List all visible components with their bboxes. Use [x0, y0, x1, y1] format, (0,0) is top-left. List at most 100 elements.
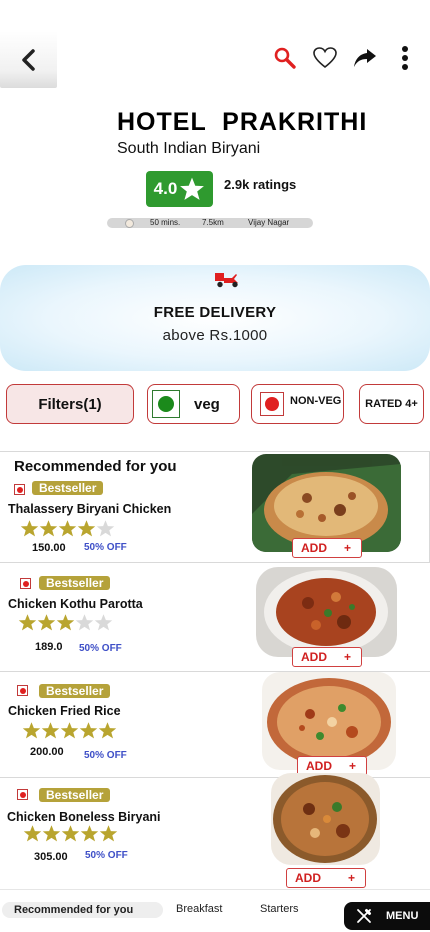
search-button[interactable]	[272, 44, 298, 72]
item-price: 189.0	[35, 641, 63, 653]
add-to-cart-button[interactable]: ADD +	[292, 647, 362, 667]
delivery-time: 50 mins.	[150, 218, 181, 227]
restaurant-cuisine: South Indian Biryani	[117, 140, 261, 157]
location: Vijay Nagar	[248, 218, 290, 227]
header-actions	[272, 44, 418, 72]
free-delivery-banner: FREE DELIVERY above Rs.1000	[0, 265, 430, 371]
add-to-cart-button[interactable]: ADD +	[292, 538, 362, 558]
star-filled-icon	[22, 722, 41, 739]
menu-button[interactable]: MENU	[344, 902, 430, 930]
menu-label: MENU	[386, 910, 419, 922]
star-filled-icon	[41, 722, 60, 739]
star-filled-icon	[39, 520, 58, 537]
veg-filter-chip[interactable]: veg	[147, 384, 240, 424]
item-name: Thalassery Biryani Chicken	[8, 502, 172, 516]
filters-button[interactable]: Filters(1)	[6, 384, 134, 424]
star-filled-icon	[80, 825, 99, 842]
tab-recommended[interactable]: Recommended for you	[2, 902, 164, 918]
star-filled-icon	[20, 520, 39, 537]
share-icon	[354, 49, 376, 67]
star-filled-icon	[42, 825, 61, 842]
item-price: 200.00	[30, 746, 64, 758]
nonveg-icon	[17, 789, 28, 800]
heart-icon	[313, 47, 337, 69]
bestseller-badge: Bestseller	[39, 788, 111, 802]
rating-stars	[22, 721, 117, 740]
nonveg-icon	[260, 392, 284, 416]
add-label: ADD	[295, 871, 321, 885]
star-empty-icon	[94, 614, 113, 631]
item-photo[interactable]	[256, 567, 397, 657]
star-filled-icon	[23, 825, 42, 842]
star-filled-icon	[98, 722, 117, 739]
star-filled-icon	[60, 722, 79, 739]
star-filled-icon	[56, 614, 75, 631]
star-filled-icon	[61, 825, 80, 842]
item-photo[interactable]	[271, 773, 380, 865]
plus-icon: +	[347, 871, 355, 885]
section-title: Recommended for you	[14, 458, 177, 475]
discount-label: 50% OFF	[84, 750, 127, 761]
back-button[interactable]	[0, 31, 57, 88]
fork-knife-icon	[357, 909, 371, 923]
restaurant-name: HOTEL PRAKRITHI	[117, 108, 368, 136]
plus-icon: +	[348, 759, 356, 773]
item-name: Chicken Boneless Biryani	[7, 810, 161, 824]
star-filled-icon	[99, 825, 118, 842]
distance: 7.5km	[202, 218, 224, 227]
item-name: Chicken Kothu Parotta	[8, 597, 143, 611]
divider	[0, 451, 430, 452]
info-strip: 50 mins. 7.5km Vijay Nagar	[107, 218, 313, 228]
bottom-category-bar: Recommended for you Breakfast Starters M…	[0, 889, 430, 932]
star-filled-icon	[79, 722, 98, 739]
rating-badge[interactable]: 4.0	[146, 171, 213, 207]
star-filled-icon	[58, 520, 77, 537]
nonveg-icon	[14, 484, 25, 495]
rating-stars	[20, 519, 115, 538]
more-vertical-icon	[402, 46, 408, 70]
star-empty-icon	[75, 614, 94, 631]
rating-stars	[18, 613, 113, 632]
nonveg-icon	[17, 685, 28, 696]
favorite-button[interactable]	[312, 44, 338, 72]
bestseller-badge: Bestseller	[39, 576, 111, 590]
delivery-subtitle: above Rs.1000	[162, 327, 268, 344]
chevron-left-icon	[21, 48, 35, 71]
rated-label: RATED 4+	[365, 398, 418, 410]
veg-icon	[152, 390, 180, 418]
rating-stars	[23, 824, 118, 843]
discount-label: 50% OFF	[85, 850, 128, 861]
nonveg-icon	[20, 578, 31, 589]
rated-filter-chip[interactable]: RATED 4+	[359, 384, 424, 424]
filters-label: Filters(1)	[38, 395, 102, 413]
add-label: ADD	[306, 759, 332, 773]
plus-icon: +	[343, 650, 351, 664]
more-options-button[interactable]	[392, 44, 418, 72]
rating-value: 4.0	[153, 179, 178, 198]
bestseller-badge: Bestseller	[32, 481, 104, 495]
tab-starters[interactable]: Starters	[260, 903, 299, 915]
nonveg-filter-chip[interactable]: NON-VEG	[251, 384, 344, 424]
star-empty-icon	[96, 520, 115, 537]
tab-breakfast[interactable]: Breakfast	[176, 903, 222, 915]
discount-label: 50% OFF	[84, 542, 127, 553]
bestseller-badge: Bestseller	[39, 684, 111, 698]
ratings-count[interactable]: 2.9k ratings	[224, 177, 296, 192]
item-name: Chicken Fried Rice	[8, 704, 121, 718]
item-price: 305.00	[34, 851, 68, 863]
search-icon	[274, 47, 296, 69]
share-button[interactable]	[352, 44, 378, 72]
star-filled-icon	[37, 614, 56, 631]
star-filled-icon	[77, 520, 96, 537]
clock-icon	[125, 219, 134, 228]
star-icon	[180, 177, 205, 200]
star-filled-icon	[18, 614, 37, 631]
scooter-icon	[215, 273, 238, 288]
add-to-cart-button[interactable]: ADD +	[286, 868, 366, 888]
veg-label: veg	[194, 395, 220, 413]
divider	[0, 562, 430, 563]
plus-icon: +	[343, 541, 351, 555]
delivery-title: FREE DELIVERY	[153, 304, 277, 321]
add-label: ADD	[301, 650, 327, 664]
add-label: ADD	[301, 541, 327, 555]
